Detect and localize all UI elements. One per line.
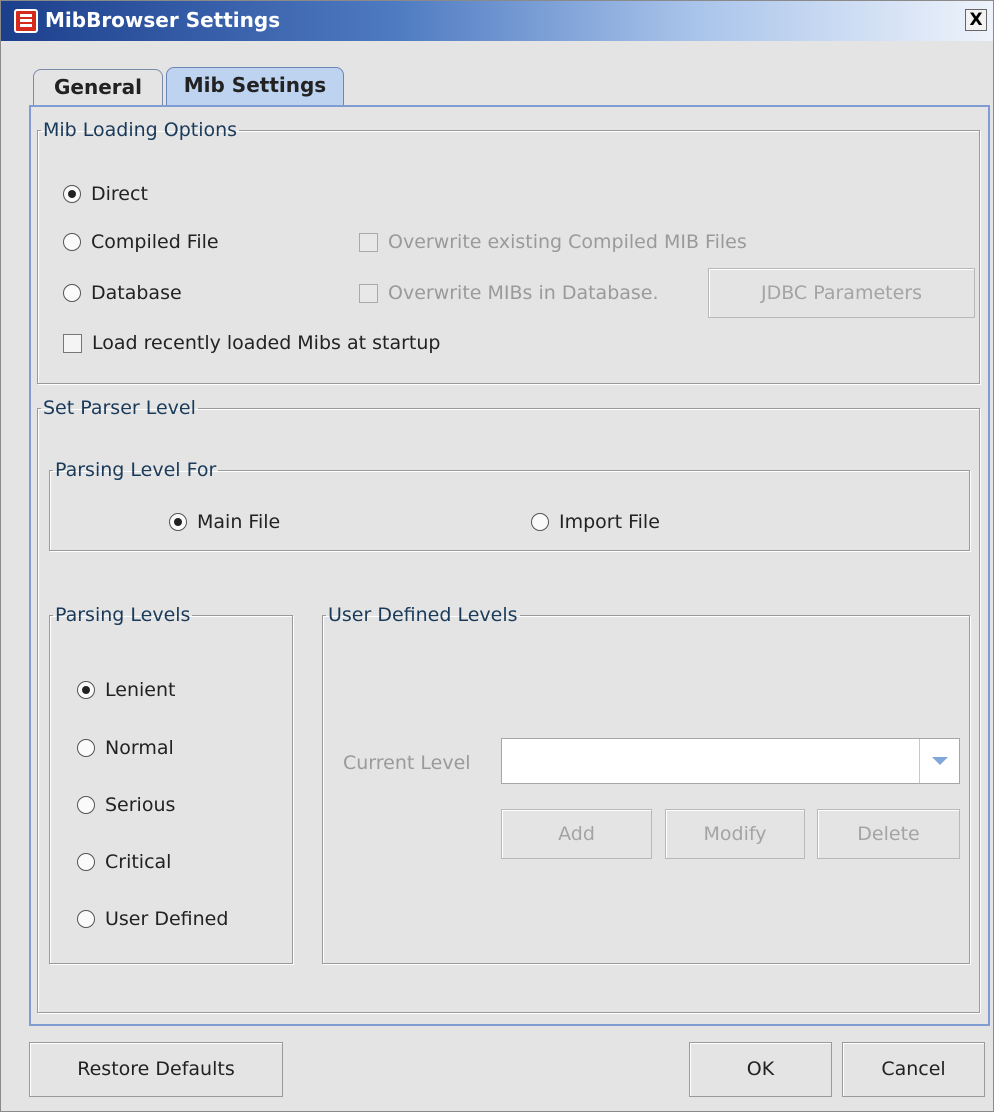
- parsing-level-for-legend: Parsing Level For: [55, 459, 217, 481]
- delete-button: Delete: [817, 809, 960, 859]
- compiled-file-label: Compiled File: [91, 231, 219, 253]
- restore-defaults-button[interactable]: Restore Defaults: [29, 1042, 283, 1097]
- import-file-radio[interactable]: [531, 513, 549, 531]
- overwrite-compiled-row: Overwrite existing Compiled MIB Files: [359, 231, 747, 253]
- direct-label: Direct: [91, 183, 148, 205]
- cancel-button[interactable]: Cancel: [842, 1042, 985, 1097]
- level-user-defined-label: User Defined: [105, 908, 229, 930]
- import-file-radio-row[interactable]: Import File: [531, 511, 660, 533]
- main-file-label: Main File: [197, 511, 281, 533]
- tab-general[interactable]: General: [33, 69, 163, 105]
- user-defined-levels-group: User Defined Levels: [322, 604, 970, 964]
- load-recent-label: Load recently loaded Mibs at startup: [92, 332, 441, 354]
- mib-loading-options-legend: Mib Loading Options: [43, 119, 238, 141]
- overwrite-compiled-label: Overwrite existing Compiled MIB Files: [388, 231, 747, 253]
- close-button[interactable]: X: [965, 9, 987, 31]
- level-user-defined-radio[interactable]: [77, 910, 95, 928]
- window-title: MibBrowser Settings: [45, 8, 281, 32]
- overwrite-compiled-checkbox: [359, 232, 378, 252]
- settings-dialog: MibBrowser Settings X General Mib Settin…: [0, 0, 994, 1112]
- jdbc-parameters-button: JDBC Parameters: [708, 268, 975, 318]
- database-radio-row[interactable]: Database: [63, 282, 182, 304]
- ok-button[interactable]: OK: [689, 1042, 832, 1097]
- main-file-radio-row[interactable]: Main File: [169, 511, 280, 533]
- level-normal-radio[interactable]: [77, 739, 95, 757]
- load-recent-checkbox[interactable]: [63, 333, 82, 353]
- level-critical-row[interactable]: Critical: [77, 851, 171, 873]
- title-bar: MibBrowser Settings X: [1, 1, 993, 41]
- level-lenient-row[interactable]: Lenient: [77, 679, 175, 701]
- level-serious-radio[interactable]: [77, 796, 95, 814]
- overwrite-database-checkbox: [359, 283, 378, 303]
- add-button: Add: [501, 809, 652, 859]
- app-icon: [14, 9, 38, 33]
- database-radio[interactable]: [63, 284, 81, 302]
- tab-mib-settings[interactable]: Mib Settings: [166, 67, 344, 107]
- compiled-file-radio-row[interactable]: Compiled File: [63, 231, 219, 253]
- parsing-level-for-group: Parsing Level For: [49, 459, 970, 551]
- current-level-label: Current Level: [343, 752, 471, 774]
- direct-radio[interactable]: [63, 185, 81, 203]
- level-critical-radio[interactable]: [77, 853, 95, 871]
- modify-button: Modify: [665, 809, 805, 859]
- set-parser-level-legend: Set Parser Level: [43, 397, 196, 419]
- current-level-combo: [501, 738, 960, 784]
- chevron-down-icon: [919, 739, 959, 783]
- level-lenient-label: Lenient: [105, 679, 176, 701]
- overwrite-database-row: Overwrite MIBs in Database.: [359, 282, 659, 304]
- level-normal-label: Normal: [105, 737, 174, 759]
- level-lenient-radio[interactable]: [77, 681, 95, 699]
- database-label: Database: [91, 282, 182, 304]
- level-normal-row[interactable]: Normal: [77, 737, 174, 759]
- level-user-defined-row[interactable]: User Defined: [77, 908, 228, 930]
- level-serious-label: Serious: [105, 794, 176, 816]
- overwrite-database-label: Overwrite MIBs in Database.: [388, 282, 659, 304]
- level-serious-row[interactable]: Serious: [77, 794, 175, 816]
- user-defined-levels-legend: User Defined Levels: [328, 604, 518, 626]
- direct-radio-row[interactable]: Direct: [63, 183, 148, 205]
- compiled-file-radio[interactable]: [63, 233, 81, 251]
- parsing-levels-legend: Parsing Levels: [55, 604, 191, 626]
- import-file-label: Import File: [559, 511, 660, 533]
- load-recent-row[interactable]: Load recently loaded Mibs at startup: [63, 332, 440, 354]
- level-critical-label: Critical: [105, 851, 172, 873]
- main-file-radio[interactable]: [169, 513, 187, 531]
